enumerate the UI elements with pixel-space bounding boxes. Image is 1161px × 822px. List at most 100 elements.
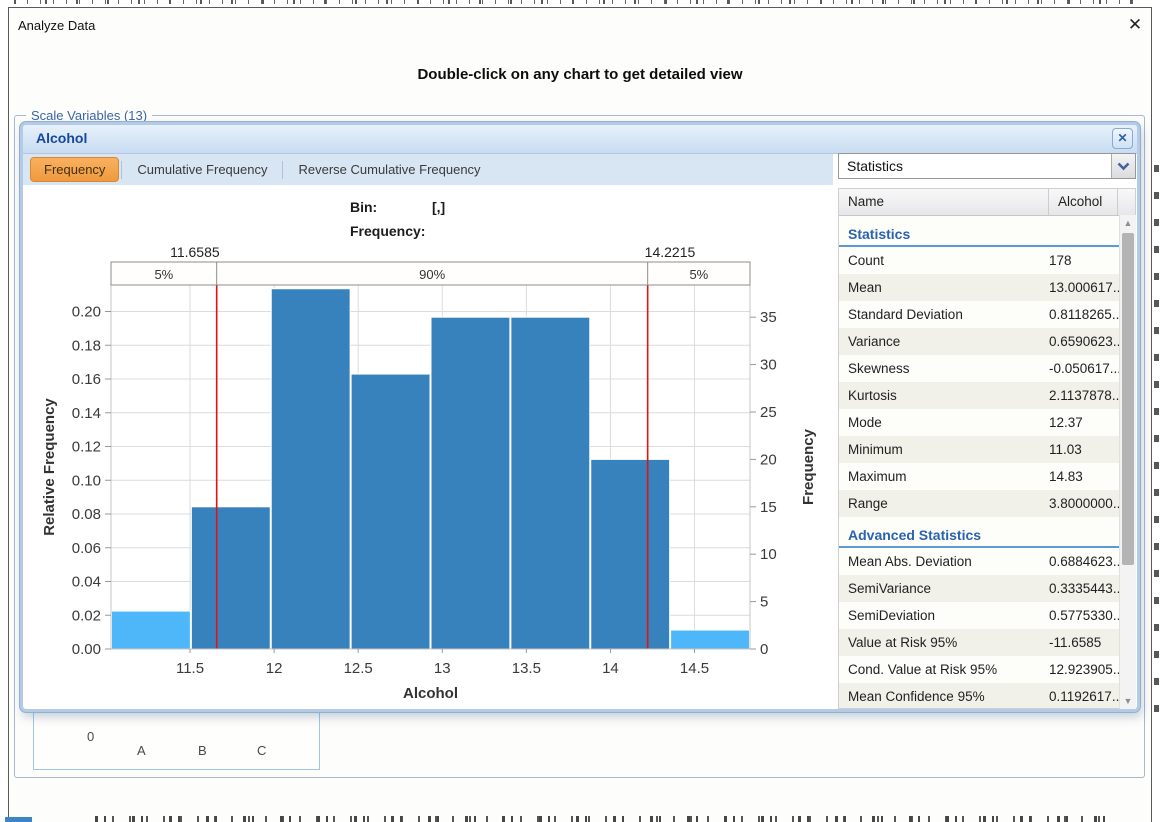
table-row[interactable]: Mean13.000617... bbox=[839, 274, 1135, 301]
panel-title: Alcohol bbox=[36, 130, 87, 146]
y-axis-tick-right: 25 bbox=[760, 404, 777, 421]
stat-name: Mode bbox=[839, 415, 1049, 430]
close-icon: ✕ bbox=[1128, 15, 1142, 34]
y-axis-tick-right: 5 bbox=[760, 594, 768, 611]
tab-separator bbox=[121, 161, 122, 179]
scrollbar-thumb[interactable] bbox=[1122, 233, 1134, 565]
close-icon: ✕ bbox=[1117, 131, 1127, 145]
y-axis-tick-left: 0.18 bbox=[72, 337, 101, 354]
clipped-background-text-right bbox=[1154, 165, 1159, 715]
table-row[interactable]: Maximum14.83 bbox=[839, 463, 1135, 490]
dropdown-button[interactable] bbox=[1111, 154, 1135, 178]
y-axis-tick-left: 0.12 bbox=[72, 439, 101, 456]
tab-reverse-cumulative-frequency[interactable]: Reverse Cumulative Frequency bbox=[285, 158, 493, 181]
histogram-bar[interactable] bbox=[671, 630, 750, 649]
frequency-readout-label: Frequency: bbox=[350, 223, 425, 239]
dropdown-selected-value: Statistics bbox=[839, 158, 1111, 174]
table-row[interactable]: Variance0.6590623... bbox=[839, 328, 1135, 355]
stat-name: Mean Abs. Deviation bbox=[839, 554, 1049, 569]
clipped-background-text-bottom bbox=[95, 816, 1105, 822]
tab-cumulative-frequency[interactable]: Cumulative Frequency bbox=[124, 158, 280, 181]
table-row[interactable]: Mode12.37 bbox=[839, 409, 1135, 436]
scroll-up-icon[interactable]: ▲ bbox=[1120, 215, 1136, 231]
table-row[interactable]: Cond. Value at Risk 95%12.923905... bbox=[839, 656, 1135, 683]
table-row[interactable]: Skewness-0.050617... bbox=[839, 355, 1135, 382]
y-axis-tick-right: 10 bbox=[760, 546, 777, 563]
y-axis-tick-left: 0.14 bbox=[72, 405, 101, 422]
panel-close-button[interactable]: ✕ bbox=[1112, 128, 1133, 149]
table-row[interactable]: Mean Abs. Deviation0.6884623... bbox=[839, 548, 1135, 575]
tab-frequency[interactable]: Frequency bbox=[30, 157, 119, 182]
histogram-bar[interactable] bbox=[191, 507, 270, 649]
background-chart-fragment: 0 A B C bbox=[33, 704, 320, 770]
y-axis-tick-left: 0.02 bbox=[72, 607, 101, 624]
scroll-down-icon[interactable]: ▼ bbox=[1120, 693, 1136, 709]
y-axis-tick-left: 0.20 bbox=[72, 304, 101, 321]
fragment-category-c: C bbox=[257, 743, 266, 758]
x-axis-tick: 11.5 bbox=[176, 660, 204, 677]
table-row[interactable]: Kurtosis2.1137878... bbox=[839, 382, 1135, 409]
y-axis-tick-right: 20 bbox=[760, 451, 777, 468]
x-axis-tick: 13 bbox=[434, 660, 451, 677]
histogram-bar[interactable] bbox=[112, 611, 191, 649]
stat-name: Value at Risk 95% bbox=[839, 635, 1049, 650]
table-row[interactable]: SemiVariance0.3335443... bbox=[839, 575, 1135, 602]
band-segment-label: 5% bbox=[154, 267, 173, 282]
x-axis-tick: 14 bbox=[602, 660, 619, 677]
histogram-bar[interactable] bbox=[271, 289, 350, 649]
histogram-bar[interactable] bbox=[511, 317, 590, 649]
y-axis-tick-right: 0 bbox=[760, 641, 768, 658]
fragment-y-tick: 0 bbox=[87, 729, 94, 744]
x-axis-title: Alcohol bbox=[403, 685, 458, 702]
column-header-alcohol: Alcohol bbox=[1049, 189, 1118, 215]
stat-name: Variance bbox=[839, 334, 1049, 349]
y-axis-tick-right: 15 bbox=[760, 499, 777, 516]
statistics-scrollbar[interactable]: ▲ ▼ bbox=[1119, 215, 1136, 709]
dialog-close-button[interactable]: ✕ bbox=[1124, 14, 1146, 36]
table-row[interactable]: Value at Risk 95%-11.6585 bbox=[839, 629, 1135, 656]
stat-name: Kurtosis bbox=[839, 388, 1049, 403]
x-axis-tick: 14.5 bbox=[680, 660, 709, 677]
statistics-type-dropdown[interactable]: Statistics bbox=[838, 153, 1136, 179]
scale-variables-legend: Scale Variables (13) bbox=[26, 108, 152, 123]
y-axis-title-left: Relative Frequency bbox=[41, 398, 58, 536]
chevron-down-icon bbox=[1117, 162, 1130, 171]
alcohol-histogram[interactable]: 5%90%5%11.658514.22150.000.020.040.060.0… bbox=[24, 186, 834, 708]
stat-name: Count bbox=[839, 253, 1049, 268]
table-row[interactable]: Standard Deviation0.8118265... bbox=[839, 301, 1135, 328]
stat-name: Skewness bbox=[839, 361, 1049, 376]
stat-name: Mean Confidence 95% bbox=[839, 689, 1049, 704]
stat-name: Maximum bbox=[839, 469, 1049, 484]
lower-threshold-label: 11.6585 bbox=[170, 244, 220, 260]
stat-name: Minimum bbox=[839, 442, 1049, 457]
x-axis-tick: 12.5 bbox=[344, 660, 373, 677]
clipped-background-swatch bbox=[5, 817, 32, 822]
x-axis-tick: 13.5 bbox=[512, 660, 541, 677]
clipped-background-text-top bbox=[14, 0, 1134, 4]
histogram-bar[interactable] bbox=[351, 374, 430, 649]
statistics-table: Name Alcohol StatisticsCount178Mean13.00… bbox=[838, 188, 1136, 709]
table-row[interactable]: Mean Confidence 95%0.1192617... bbox=[839, 683, 1135, 709]
histogram-bar[interactable] bbox=[591, 459, 670, 649]
y-axis-tick-left: 0.00 bbox=[72, 641, 101, 658]
y-axis-tick-right: 35 bbox=[760, 309, 777, 326]
column-header-name: Name bbox=[839, 189, 1049, 215]
stat-name: SemiDeviation bbox=[839, 608, 1049, 623]
y-axis-tick-left: 0.06 bbox=[72, 540, 101, 557]
y-axis-title-right: Frequency bbox=[800, 428, 817, 505]
bin-readout-label: Bin: bbox=[350, 199, 377, 215]
table-row[interactable]: Minimum11.03 bbox=[839, 436, 1135, 463]
fragment-category-a: A bbox=[137, 743, 146, 758]
table-row[interactable]: Range3.8000000... bbox=[839, 490, 1135, 517]
histogram-bar[interactable] bbox=[431, 317, 510, 649]
band-segment-label: 5% bbox=[689, 267, 708, 282]
instruction-text: Double-click on any chart to get detaile… bbox=[8, 66, 1152, 83]
y-axis-tick-left: 0.08 bbox=[72, 506, 101, 523]
table-row[interactable]: Count178 bbox=[839, 247, 1135, 274]
y-axis-tick-left: 0.10 bbox=[72, 472, 101, 489]
stat-name: SemiVariance bbox=[839, 581, 1049, 596]
y-axis-tick-right: 30 bbox=[760, 357, 777, 374]
table-row[interactable]: SemiDeviation0.5775330... bbox=[839, 602, 1135, 629]
chart-tab-bar: FrequencyCumulative FrequencyReverse Cum… bbox=[23, 154, 833, 185]
upper-threshold-label: 14.2215 bbox=[645, 244, 696, 260]
